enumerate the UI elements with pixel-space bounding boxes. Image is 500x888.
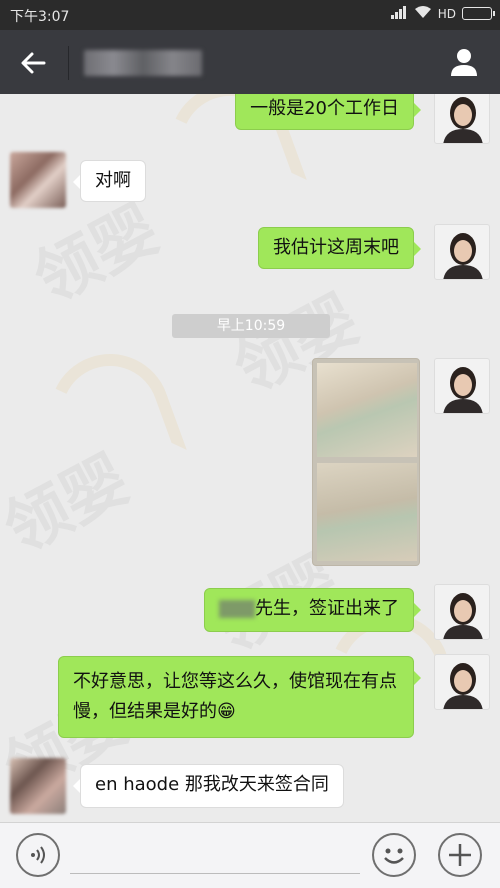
input-bar xyxy=(0,822,500,888)
message-timestamp: 早上10:59 xyxy=(172,314,330,338)
message-bubble-sent[interactable]: 不好意思，让您等这么久，使馆现在有点慢，但结果是好的😁 xyxy=(58,656,421,738)
voice-icon xyxy=(31,846,45,864)
message-text: 先生，签证出来了 xyxy=(255,598,399,619)
avatar-me[interactable] xyxy=(434,654,490,710)
signal-icon xyxy=(390,5,408,22)
person-icon xyxy=(451,49,477,76)
voice-button[interactable] xyxy=(16,833,60,877)
avatar-contact[interactable] xyxy=(10,758,66,814)
chat-header xyxy=(0,30,500,94)
emoji-smile-icon xyxy=(384,848,404,864)
avatar-me[interactable] xyxy=(434,224,490,280)
avatar-contact[interactable] xyxy=(10,152,66,208)
more-button[interactable] xyxy=(438,833,482,877)
message-bubble-received[interactable]: en haode 那我改天来签合同 xyxy=(73,764,344,808)
message-input[interactable] xyxy=(70,873,360,874)
status-time: 下午3:07 xyxy=(10,9,70,25)
header-divider xyxy=(68,46,69,80)
grin-emoji-icon: 😁 xyxy=(217,701,236,722)
back-button[interactable] xyxy=(18,48,48,78)
contact-name xyxy=(84,50,202,76)
plus-icon xyxy=(449,844,471,866)
chat-info-button[interactable] xyxy=(448,46,480,78)
status-icons: HD xyxy=(390,5,495,22)
avatar-me[interactable] xyxy=(434,584,490,640)
avatar-me[interactable] xyxy=(434,358,490,414)
message-bubble-sent[interactable]: 一般是20个工作日 xyxy=(235,94,421,130)
watermark-logo: 领婴 xyxy=(0,441,141,569)
image-page-bottom xyxy=(317,463,417,561)
network-type-label: HD xyxy=(437,6,456,21)
watermark-wing xyxy=(33,337,187,491)
message-bubble-sent[interactable]: 我估计这周末吧 xyxy=(258,227,421,269)
emoji-button[interactable] xyxy=(372,833,416,877)
arrow-left-icon xyxy=(21,52,46,74)
wifi-icon xyxy=(414,5,432,22)
message-image[interactable] xyxy=(312,358,420,566)
status-bar: 下午3:07 HD xyxy=(0,0,500,30)
battery-icon xyxy=(462,7,495,20)
message-list[interactable]: 领婴 领婴 领婴 领婴 领婴 一般是20个工作日 对啊 我估计这周末吧 早上10… xyxy=(0,94,500,822)
message-bubble-received[interactable]: 对啊 xyxy=(73,160,146,202)
image-page-top xyxy=(317,363,417,457)
message-bubble-sent[interactable]: 先生，签证出来了 xyxy=(204,588,421,632)
avatar-me[interactable] xyxy=(434,94,490,144)
redacted-name xyxy=(219,600,255,618)
